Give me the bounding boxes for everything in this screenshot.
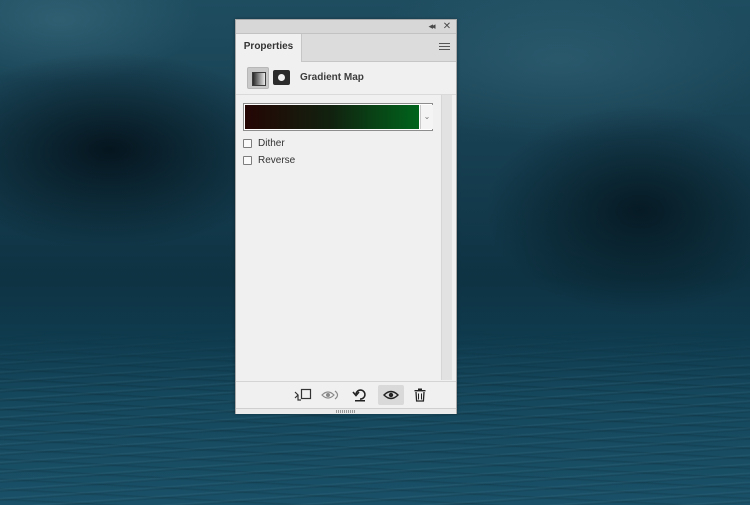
eye-icon <box>383 390 399 400</box>
tab-properties[interactable]: Properties <box>236 34 302 62</box>
toggle-visibility-button[interactable] <box>378 385 404 405</box>
reverse-label: Reverse <box>258 154 296 166</box>
dither-label: Dither <box>258 137 285 149</box>
clip-to-layer-icon <box>294 388 312 401</box>
reverse-option[interactable]: Reverse <box>243 153 295 167</box>
view-previous-state-button[interactable] <box>320 385 342 405</box>
adjustment-title: Gradient Map <box>300 72 364 83</box>
delete-adjustment-button[interactable] <box>409 385 431 405</box>
trash-icon <box>414 388 426 402</box>
properties-panel: ◂◂ ✕ Properties Gradient Map ⌄ Dither Re… <box>235 19 457 414</box>
gradient-map-icon[interactable] <box>247 67 269 89</box>
dither-checkbox[interactable] <box>243 138 252 148</box>
hamburger-menu-icon[interactable] <box>439 43 450 52</box>
chevron-down-icon[interactable]: ⌄ <box>420 105 433 129</box>
gradient-picker[interactable]: ⌄ <box>243 103 433 131</box>
panel-resize-grip[interactable] <box>236 408 456 414</box>
adjustment-controls: ⌄ Dither Reverse <box>236 95 456 380</box>
reset-icon <box>352 389 366 402</box>
clip-to-layer-button[interactable] <box>292 385 314 405</box>
reset-button[interactable] <box>349 385 371 405</box>
close-panel-icon[interactable]: ✕ <box>441 20 453 33</box>
panel-footer-toolbar <box>236 381 456 408</box>
grip-handle[interactable] <box>336 410 356 413</box>
dither-option[interactable]: Dither <box>243 136 285 150</box>
view-previous-state-icon <box>321 390 339 400</box>
vertical-scrollbar[interactable] <box>441 95 452 380</box>
panel-tab-bar: Properties <box>236 34 456 62</box>
reverse-checkbox[interactable] <box>243 155 252 165</box>
gradient-preview-swatch[interactable] <box>245 105 419 129</box>
adjustment-header: Gradient Map <box>236 62 456 95</box>
layer-mask-icon[interactable] <box>273 70 290 85</box>
collapse-panel-icon[interactable]: ◂◂ <box>424 20 438 33</box>
panel-titlebar[interactable]: ◂◂ ✕ <box>236 20 456 34</box>
